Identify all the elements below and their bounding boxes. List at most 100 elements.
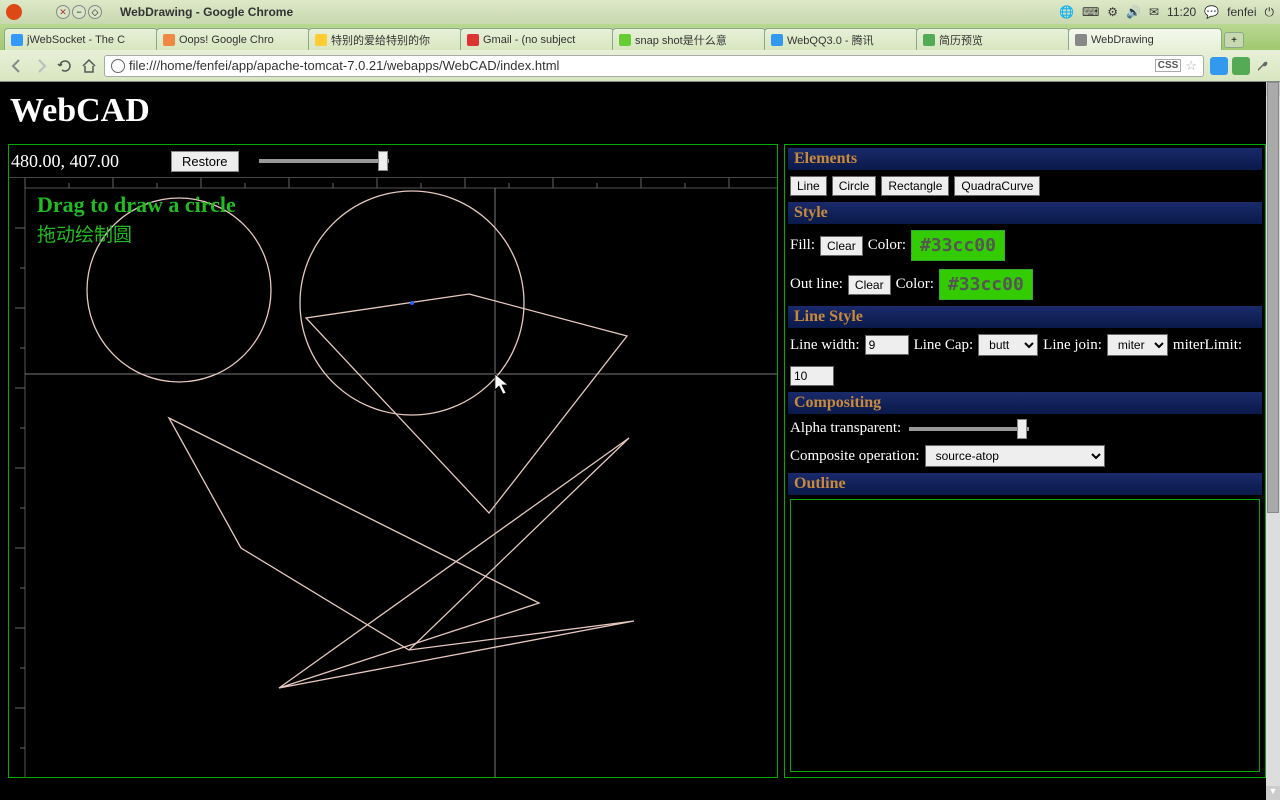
volume-icon[interactable]: 🔊 — [1126, 5, 1141, 19]
slider-thumb[interactable] — [378, 151, 388, 171]
fill-clear-button[interactable]: Clear — [820, 236, 863, 256]
outline-color-input[interactable]: #33cc00 — [939, 269, 1033, 300]
close-icon[interactable]: ✕ — [56, 5, 70, 19]
linecap-label: Line Cap: — [914, 337, 974, 354]
fill-label: Fill: — [790, 237, 815, 254]
tab-label: 特别的爱给特别的你 — [331, 32, 430, 48]
composite-op-select[interactable]: source-atop — [925, 445, 1105, 467]
slider-thumb[interactable] — [1017, 419, 1027, 439]
alpha-slider[interactable] — [909, 427, 1029, 431]
os-panel: ✕ − ◇ WebDrawing - Google Chrome 🌐 ⌨ ⚙ 🔊… — [0, 0, 1280, 24]
tab-special[interactable]: 特别的爱给特别的你 — [308, 28, 462, 50]
tab-label: WebQQ3.0 - 腾讯 — [787, 32, 874, 48]
compositing-header: Compositing — [788, 392, 1262, 414]
linestyle-section: Line width: Line Cap: butt Line join: mi… — [788, 330, 1262, 390]
hint-english: Drag to draw a circle — [37, 192, 236, 218]
linewidth-label: Line width: — [790, 337, 860, 354]
maximize-icon[interactable]: ◇ — [88, 5, 102, 19]
rectangle-button[interactable]: Rectangle — [881, 176, 949, 196]
url-text: file:///home/fenfei/app/apache-tomcat-7.… — [129, 58, 559, 73]
tab-label: Gmail - (no subject — [483, 34, 575, 46]
restore-button[interactable]: Restore — [171, 151, 239, 172]
canvas-hint: Drag to draw a circle 拖动绘制圆 — [37, 192, 236, 247]
style-header: Style — [788, 202, 1262, 224]
linejoin-label: Line join: — [1043, 337, 1102, 354]
linewidth-input[interactable] — [865, 335, 909, 355]
fill-color-label: Color: — [868, 237, 906, 254]
tab-oops[interactable]: Oops! Google Chro — [156, 28, 310, 50]
quadracurve-button[interactable]: QuadraCurve — [954, 176, 1040, 196]
tab-webqq[interactable]: WebQQ3.0 - 腾讯 — [764, 28, 918, 50]
miterlimit-label: miterLimit: — [1173, 337, 1242, 354]
bluetooth-icon[interactable]: ⚙ — [1107, 5, 1118, 19]
elements-header: Elements — [788, 148, 1262, 170]
tab-webdrawing[interactable]: WebDrawing — [1068, 28, 1222, 50]
tab-jwebsocket[interactable]: jWebSocket - The C — [4, 28, 158, 50]
canvas-toolbar: 480.00, 407.00 Restore — [9, 145, 777, 177]
coordinates: 480.00, 407.00 — [11, 151, 161, 172]
elements-section: Line Circle Rectangle QuadraCurve — [788, 172, 1262, 200]
home-icon[interactable] — [80, 57, 98, 75]
address-bar: file:///home/fenfei/app/apache-tomcat-7.… — [0, 50, 1280, 82]
user-name[interactable]: fenfei — [1227, 5, 1256, 19]
star-icon[interactable]: ☆ — [1185, 58, 1197, 74]
clock[interactable]: 11:20 — [1167, 5, 1196, 19]
power-icon[interactable]: ⏻ — [1265, 5, 1275, 20]
network-icon[interactable]: 🌐 — [1059, 5, 1074, 19]
linestyle-header: Line Style — [788, 306, 1262, 328]
minimize-icon[interactable]: − — [72, 5, 86, 19]
outline-header: Outline — [788, 473, 1262, 495]
composite-op-label: Composite operation: — [790, 448, 920, 465]
outline-color-label: Color: — [896, 276, 934, 293]
back-icon[interactable] — [8, 57, 26, 75]
scrollbar-thumb[interactable] — [1267, 82, 1279, 513]
chat-icon[interactable]: 💬 — [1204, 5, 1219, 19]
tab-label: 简历预览 — [939, 32, 983, 48]
globe-icon — [111, 59, 125, 73]
ubuntu-icon[interactable] — [6, 4, 22, 20]
url-input[interactable]: file:///home/fenfei/app/apache-tomcat-7.… — [104, 55, 1204, 77]
mail-icon[interactable]: ✉ — [1149, 5, 1159, 19]
alpha-label: Alpha transparent: — [790, 420, 901, 437]
circle-button[interactable]: Circle — [832, 176, 877, 196]
outline-clear-button[interactable]: Clear — [848, 275, 891, 295]
scrollbar[interactable]: ▲ ▼ — [1266, 82, 1280, 800]
zoom-slider[interactable] — [259, 159, 389, 163]
tab-label: Oops! Google Chro — [179, 34, 274, 46]
tab-label: snap shot是什么意 — [635, 32, 727, 48]
page-title: WebCAD — [10, 92, 1266, 130]
window-buttons: ✕ − ◇ — [56, 5, 102, 19]
miterlimit-input[interactable] — [790, 366, 834, 386]
extension-icon[interactable] — [1232, 57, 1250, 75]
tab-label: jWebSocket - The C — [27, 34, 125, 46]
line-button[interactable]: Line — [790, 176, 827, 196]
tab-strip: jWebSocket - The C Oops! Google Chro 特别的… — [0, 24, 1280, 50]
window-title: WebDrawing - Google Chrome — [120, 5, 293, 19]
drawing-canvas[interactable]: Drag to draw a circle 拖动绘制圆 — [9, 177, 777, 777]
fill-color-input[interactable]: #33cc00 — [911, 230, 1005, 261]
properties-panel: Elements Line Circle Rectangle QuadraCur… — [784, 144, 1266, 778]
extensions — [1210, 57, 1272, 75]
page-content: ▲ ▼ WebCAD 480.00, 407.00 Restore — [0, 82, 1280, 800]
outline-label: Out line: — [790, 276, 843, 293]
tab-resume[interactable]: 简历预览 — [916, 28, 1070, 50]
style-section: Fill: Clear Color: #33cc00 Out line: Cle… — [788, 226, 1262, 304]
tab-label: WebDrawing — [1091, 34, 1154, 46]
tab-snapshot[interactable]: snap shot是什么意 — [612, 28, 766, 50]
outline-preview — [790, 499, 1260, 772]
system-tray: 🌐 ⌨ ⚙ 🔊 ✉ 11:20 💬 fenfei ⏻ — [1059, 5, 1274, 20]
reload-icon[interactable] — [56, 57, 74, 75]
extension-icon[interactable] — [1210, 57, 1228, 75]
new-tab-button[interactable]: + — [1224, 32, 1244, 48]
linejoin-select[interactable]: miter — [1107, 334, 1168, 356]
tab-gmail[interactable]: Gmail - (no subject — [460, 28, 614, 50]
scroll-down-icon[interactable]: ▼ — [1266, 786, 1280, 800]
forward-icon[interactable] — [32, 57, 50, 75]
hint-chinese: 拖动绘制圆 — [37, 220, 236, 247]
linecap-select[interactable]: butt — [978, 334, 1038, 356]
wrench-icon[interactable] — [1254, 57, 1272, 75]
keyboard-icon[interactable]: ⌨ — [1082, 5, 1099, 19]
compositing-section: Alpha transparent: Composite operation: … — [788, 416, 1262, 471]
canvas-area: 480.00, 407.00 Restore — [8, 144, 778, 778]
css-badge[interactable]: CSS — [1155, 59, 1182, 72]
